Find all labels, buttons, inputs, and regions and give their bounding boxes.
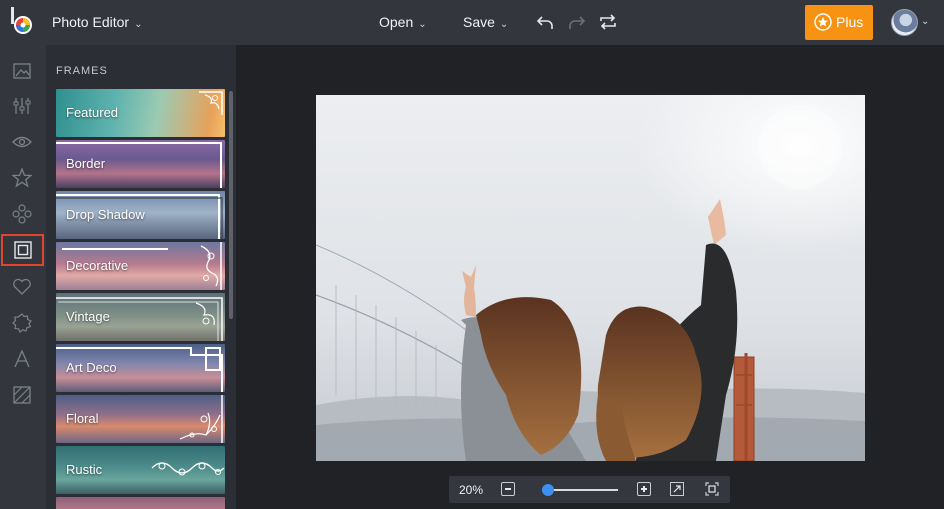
zoom-level: 20% — [459, 483, 484, 497]
tool-rail — [0, 45, 46, 509]
frame-icon[interactable] — [1, 234, 44, 266]
circles-icon[interactable] — [11, 203, 33, 225]
app-title-dropdown[interactable]: Photo Editor ⌄ — [52, 14, 142, 30]
plus-upgrade-button[interactable]: Plus — [805, 5, 873, 40]
text-icon[interactable] — [11, 348, 33, 370]
panel-heading: FRAMES — [56, 65, 108, 77]
corner-ornament-icon — [199, 91, 223, 115]
chevron-down-icon: ⌄ — [499, 19, 509, 30]
zoom-in-button[interactable] — [637, 482, 651, 496]
save-label: Save — [463, 14, 495, 30]
texture-icon[interactable] — [11, 384, 33, 406]
frame-category-drop-shadow[interactable]: Drop Shadow — [56, 191, 225, 239]
star-badge-icon — [814, 13, 832, 31]
floral-frame-icon — [179, 395, 223, 443]
drop-shadow-frame-icon — [56, 194, 223, 239]
art-deco-frame-icon — [56, 347, 223, 392]
chevron-down-icon[interactable]: ⌄ — [921, 16, 929, 27]
zoom-slider-handle[interactable] — [542, 484, 555, 496]
zoom-toolbar: 20% — [449, 476, 730, 503]
edited-photo — [316, 95, 865, 461]
top-bar: Photo Editor ⌄ Open ⌄ Save ⌄ Plus ⌄ — [0, 0, 944, 45]
frame-category-label: Featured — [66, 105, 119, 120]
chevron-down-icon: ⌄ — [134, 19, 143, 30]
heart-icon[interactable] — [11, 276, 33, 298]
photo-canvas[interactable] — [316, 95, 865, 461]
adjust-sliders-icon[interactable] — [11, 95, 33, 117]
fit-to-screen-icon[interactable] — [705, 482, 719, 496]
border-frame-icon — [56, 142, 222, 188]
expand-icon[interactable] — [670, 482, 684, 496]
open-label: Open — [379, 14, 414, 30]
rustic-frame-icon — [151, 462, 225, 476]
open-menu[interactable]: Open ⌄ — [379, 14, 427, 30]
eye-icon[interactable] — [11, 131, 33, 153]
avatar[interactable] — [891, 9, 918, 36]
frame-category-vintage[interactable]: Vintage — [56, 293, 225, 341]
repeat-icon[interactable] — [598, 12, 618, 32]
app-title-label: Photo Editor — [52, 14, 130, 30]
plus-label: Plus — [836, 14, 864, 30]
vintage-frame-icon — [56, 297, 223, 341]
frame-category-partial[interactable] — [56, 497, 225, 509]
frame-category-rustic[interactable]: Rustic — [56, 446, 225, 494]
frame-category-art-deco[interactable]: Art Deco — [56, 344, 225, 392]
frame-category-floral[interactable]: Floral — [56, 395, 225, 443]
star-icon[interactable] — [11, 167, 33, 189]
zoom-out-button[interactable] — [501, 482, 515, 496]
frame-category-decorative[interactable]: Decorative — [56, 242, 225, 290]
decorative-frame-icon — [62, 242, 222, 290]
undo-icon[interactable] — [536, 12, 556, 32]
frame-category-featured[interactable]: Featured — [56, 89, 225, 137]
chevron-down-icon: ⌄ — [418, 19, 427, 30]
redo-icon[interactable] — [566, 12, 586, 32]
image-icon[interactable] — [11, 60, 33, 82]
save-menu[interactable]: Save ⌄ — [463, 14, 508, 30]
gear-badge-icon[interactable] — [11, 312, 33, 334]
frame-category-border[interactable]: Border — [56, 140, 225, 188]
app-logo-icon[interactable] — [10, 6, 34, 36]
frames-panel: FRAMES Featured Border Drop Shadow Decor… — [46, 45, 236, 509]
panel-scrollbar[interactable] — [229, 91, 233, 319]
